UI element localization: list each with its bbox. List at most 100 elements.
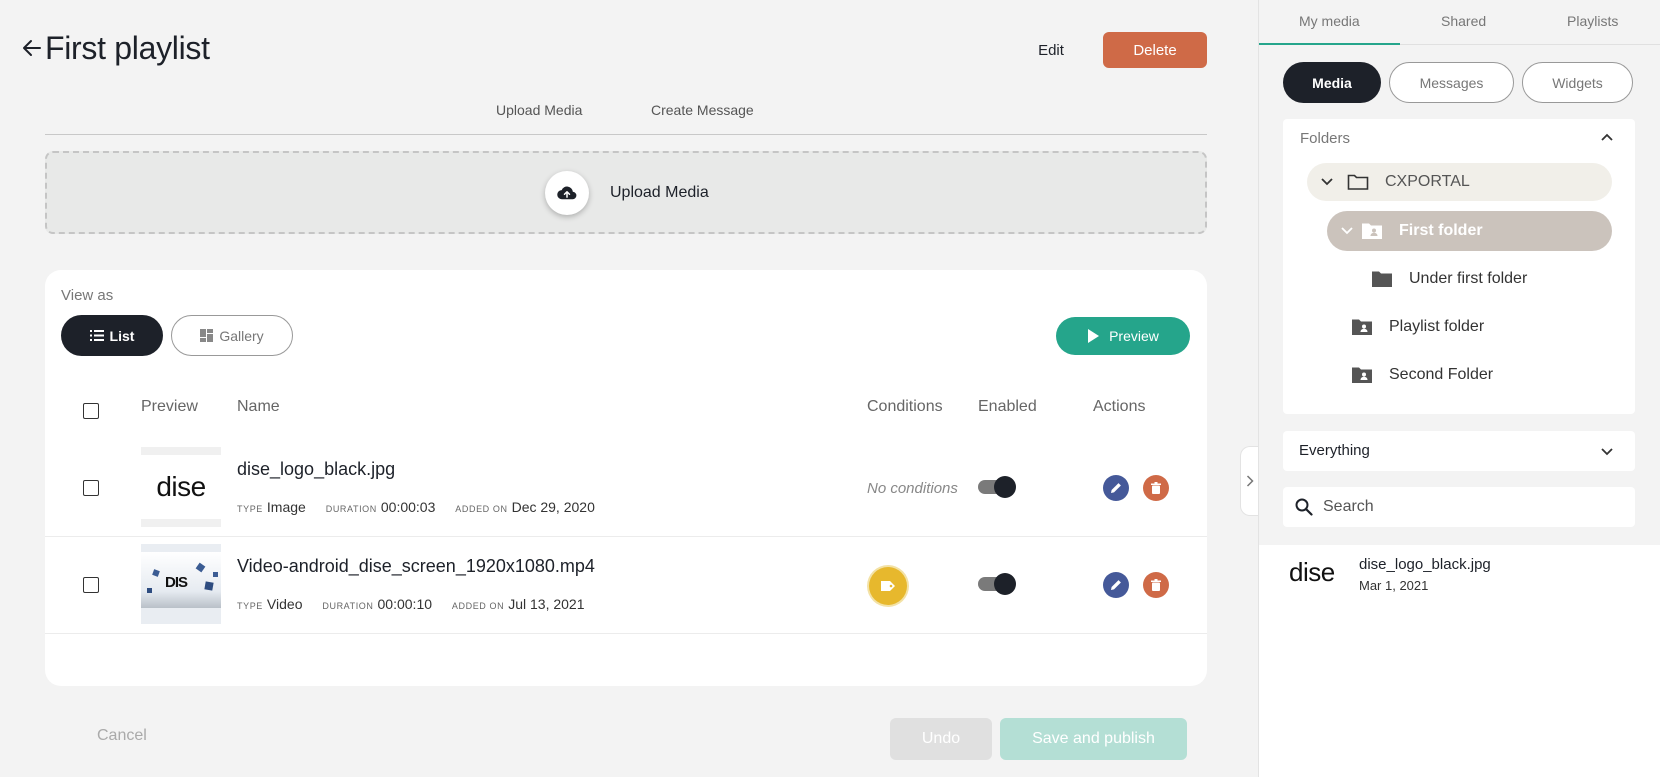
row-file-name: Video-android_dise_screen_1920x1080.mp4	[237, 556, 595, 576]
gallery-view-button[interactable]: Gallery	[171, 315, 293, 356]
gallery-icon	[200, 329, 214, 342]
media-filter-dropdown[interactable]: Everything	[1283, 431, 1635, 471]
enabled-toggle[interactable]	[978, 573, 1016, 595]
undo-button[interactable]: Undo	[890, 718, 992, 760]
folder-cxportal[interactable]: CXPORTAL	[1307, 163, 1612, 201]
media-item-thumb: dise	[1289, 557, 1335, 587]
list-view-label: List	[109, 327, 135, 344]
shared-folder-icon	[1352, 367, 1372, 383]
folder-label: Second Folder	[1389, 366, 1494, 383]
toggle-knob	[994, 573, 1016, 595]
row-checkbox[interactable]	[83, 480, 99, 496]
tag-icon	[881, 581, 895, 591]
added-value: Jul 13, 2021	[508, 596, 585, 612]
pencil-icon	[1111, 580, 1121, 590]
edit-button[interactable]: Edit	[1020, 32, 1082, 68]
folder-label: Playlist folder	[1389, 318, 1485, 335]
media-list: dise dise_logo_black.jpg Mar 1, 2021	[1259, 545, 1660, 777]
trash-icon	[1151, 579, 1161, 591]
column-header-name: Name	[237, 398, 280, 415]
playlist-editor: First playlist Edit Delete Upload Media …	[0, 0, 1259, 777]
chevron-down-icon	[1601, 448, 1613, 456]
tab-upload-media[interactable]: Upload Media	[496, 102, 582, 118]
duration-value: 00:00:10	[377, 596, 433, 612]
type-value: Image	[266, 499, 306, 515]
back-arrow-icon[interactable]	[20, 36, 44, 60]
tab-playlists[interactable]: Playlists	[1567, 13, 1618, 29]
folder-label: Under first folder	[1409, 270, 1528, 287]
row-meta: TYPE Image DURATION 00:00:03 ADDED ON Dec 2…	[237, 499, 611, 515]
column-header-conditions: Conditions	[867, 398, 943, 415]
upload-dropzone[interactable]: Upload Media	[45, 151, 1207, 234]
media-sidebar: My media Shared Playlists Media Messages…	[1258, 0, 1660, 777]
folder-label: CXPORTAL	[1385, 173, 1470, 190]
table-row: dise dise_logo_black.jpg TYPE Image DURAT…	[45, 440, 1207, 537]
playlist-items-card: View as List Gallery Preview Preview Nam…	[45, 270, 1207, 686]
media-list-item[interactable]: dise dise_logo_black.jpg Mar 1, 2021	[1259, 545, 1660, 605]
select-all-checkbox[interactable]	[83, 403, 99, 419]
search-input[interactable]	[1323, 496, 1623, 518]
delete-button[interactable]: Delete	[1103, 32, 1207, 68]
type-value: Video	[266, 596, 303, 612]
pencil-icon	[1111, 483, 1121, 493]
media-search	[1283, 487, 1635, 527]
chevron-down-icon	[1321, 178, 1333, 186]
added-key: ADDED ON	[451, 601, 505, 611]
cloud-upload-icon	[545, 171, 589, 215]
pill-messages[interactable]: Messages	[1389, 62, 1514, 103]
sidebar-tabs: My media Shared Playlists	[1259, 0, 1660, 45]
edit-item-button[interactable]	[1103, 572, 1129, 598]
type-key: TYPE	[237, 601, 263, 611]
delete-item-button[interactable]	[1143, 572, 1169, 598]
content-subtabs: Upload Media Create Message	[45, 98, 1207, 135]
folder-under-first-folder[interactable]: Under first folder	[1371, 260, 1527, 298]
pill-media[interactable]: Media	[1283, 62, 1381, 103]
dise-logo-thumb-text: dise	[156, 471, 206, 502]
folder-second-folder[interactable]: Second Folder	[1351, 356, 1493, 394]
trash-icon	[1151, 482, 1161, 494]
media-item-name: dise_logo_black.jpg	[1359, 556, 1491, 573]
chevron-down-icon	[1341, 227, 1353, 235]
folder-first-folder[interactable]: First folder	[1327, 211, 1612, 251]
duration-key: DURATION	[322, 601, 374, 611]
chevron-right-icon	[1246, 475, 1254, 487]
duration-value: 00:00:03	[380, 499, 436, 515]
shared-folder-icon	[1362, 223, 1382, 239]
row-checkbox[interactable]	[83, 577, 99, 593]
list-view-button[interactable]: List	[61, 315, 163, 356]
save-and-publish-button[interactable]: Save and publish	[1000, 718, 1187, 760]
delete-item-button[interactable]	[1143, 475, 1169, 501]
folders-panel: Folders CXPORTAL First folder Under firs…	[1283, 119, 1635, 414]
folder-playlist-folder[interactable]: Playlist folder	[1351, 308, 1484, 346]
page-title: First playlist	[45, 30, 210, 66]
gallery-view-label: Gallery	[219, 327, 264, 344]
shared-folder-icon	[1352, 319, 1372, 335]
enabled-toggle[interactable]	[978, 476, 1016, 498]
media-item-date: Mar 1, 2021	[1359, 578, 1429, 593]
row-file-name: dise_logo_black.jpg	[237, 459, 396, 479]
row-meta: TYPE Video DURATION 00:00:10 ADDED ON Jul 1…	[237, 596, 601, 612]
folder-icon	[1372, 271, 1392, 287]
added-key: ADDED ON	[455, 504, 508, 514]
tab-my-media[interactable]: My media	[1299, 13, 1360, 29]
play-icon	[1088, 329, 1100, 343]
cancel-link[interactable]: Cancel	[97, 727, 147, 745]
preview-button[interactable]: Preview	[1056, 317, 1190, 355]
column-header-preview: Preview	[141, 398, 198, 415]
condition-tag-button[interactable]	[869, 567, 907, 605]
row-thumbnail: DIS	[141, 544, 221, 624]
edit-item-button[interactable]	[1103, 475, 1129, 501]
chevron-up-icon[interactable]	[1601, 133, 1613, 141]
folder-label: First folder	[1399, 222, 1483, 239]
active-tab-indicator	[1259, 43, 1400, 45]
sidebar-collapse-handle[interactable]	[1240, 446, 1259, 516]
duration-key: DURATION	[325, 504, 377, 514]
added-value: Dec 29, 2020	[511, 499, 595, 515]
tab-shared[interactable]: Shared	[1441, 13, 1486, 29]
pill-widgets[interactable]: Widgets	[1522, 62, 1633, 103]
type-key: TYPE	[237, 504, 263, 514]
preview-label: Preview	[1109, 328, 1159, 344]
upload-media-label: Upload Media	[610, 184, 709, 201]
tab-create-message[interactable]: Create Message	[651, 102, 754, 118]
list-icon	[89, 330, 104, 341]
